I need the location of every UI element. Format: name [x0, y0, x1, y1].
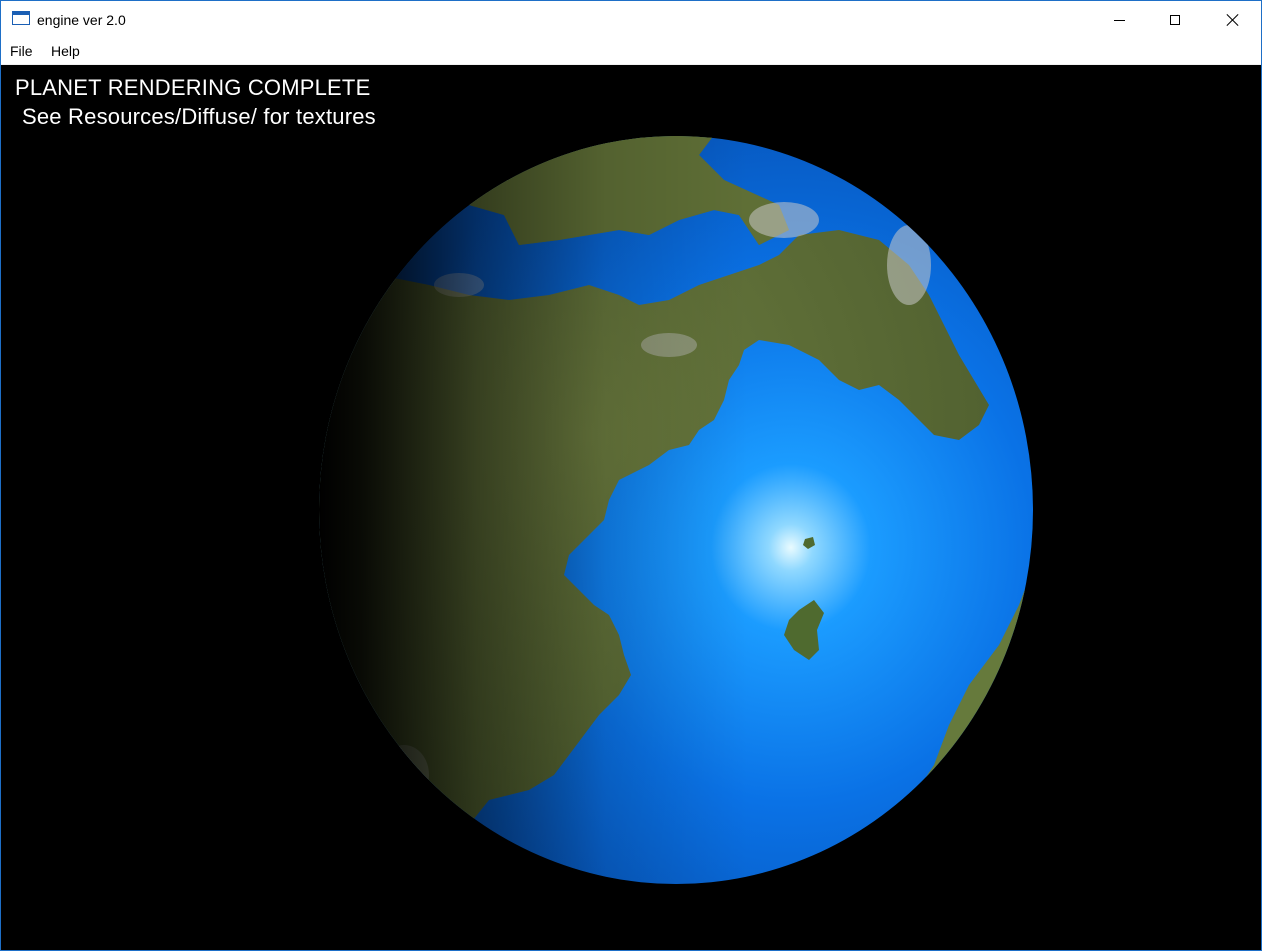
maximize-icon	[1170, 15, 1180, 25]
menu-bar: File Help	[1, 39, 1261, 65]
close-button[interactable]	[1205, 1, 1261, 39]
terminator-shadow	[319, 136, 1033, 884]
title-bar[interactable]: engine ver 2.0	[1, 1, 1261, 39]
app-window: engine ver 2.0 File Help PLANET RENDERIN…	[0, 0, 1262, 951]
status-line-1: PLANET RENDERING COMPLETE	[15, 75, 371, 100]
status-line-2: See Resources/Diffuse/ for textures	[22, 104, 376, 129]
window-title: engine ver 2.0	[37, 12, 126, 28]
minimize-icon	[1113, 19, 1125, 21]
minimize-button[interactable]	[1091, 1, 1147, 39]
close-icon	[1226, 13, 1240, 27]
render-viewport[interactable]: PLANET RENDERING COMPLETE See Resources/…	[1, 65, 1261, 950]
menu-help[interactable]: Help	[51, 43, 80, 60]
window-app-icon[interactable]	[12, 11, 30, 25]
planet-render	[319, 136, 1033, 884]
maximize-button[interactable]	[1147, 1, 1203, 39]
menu-file[interactable]: File	[10, 43, 33, 60]
